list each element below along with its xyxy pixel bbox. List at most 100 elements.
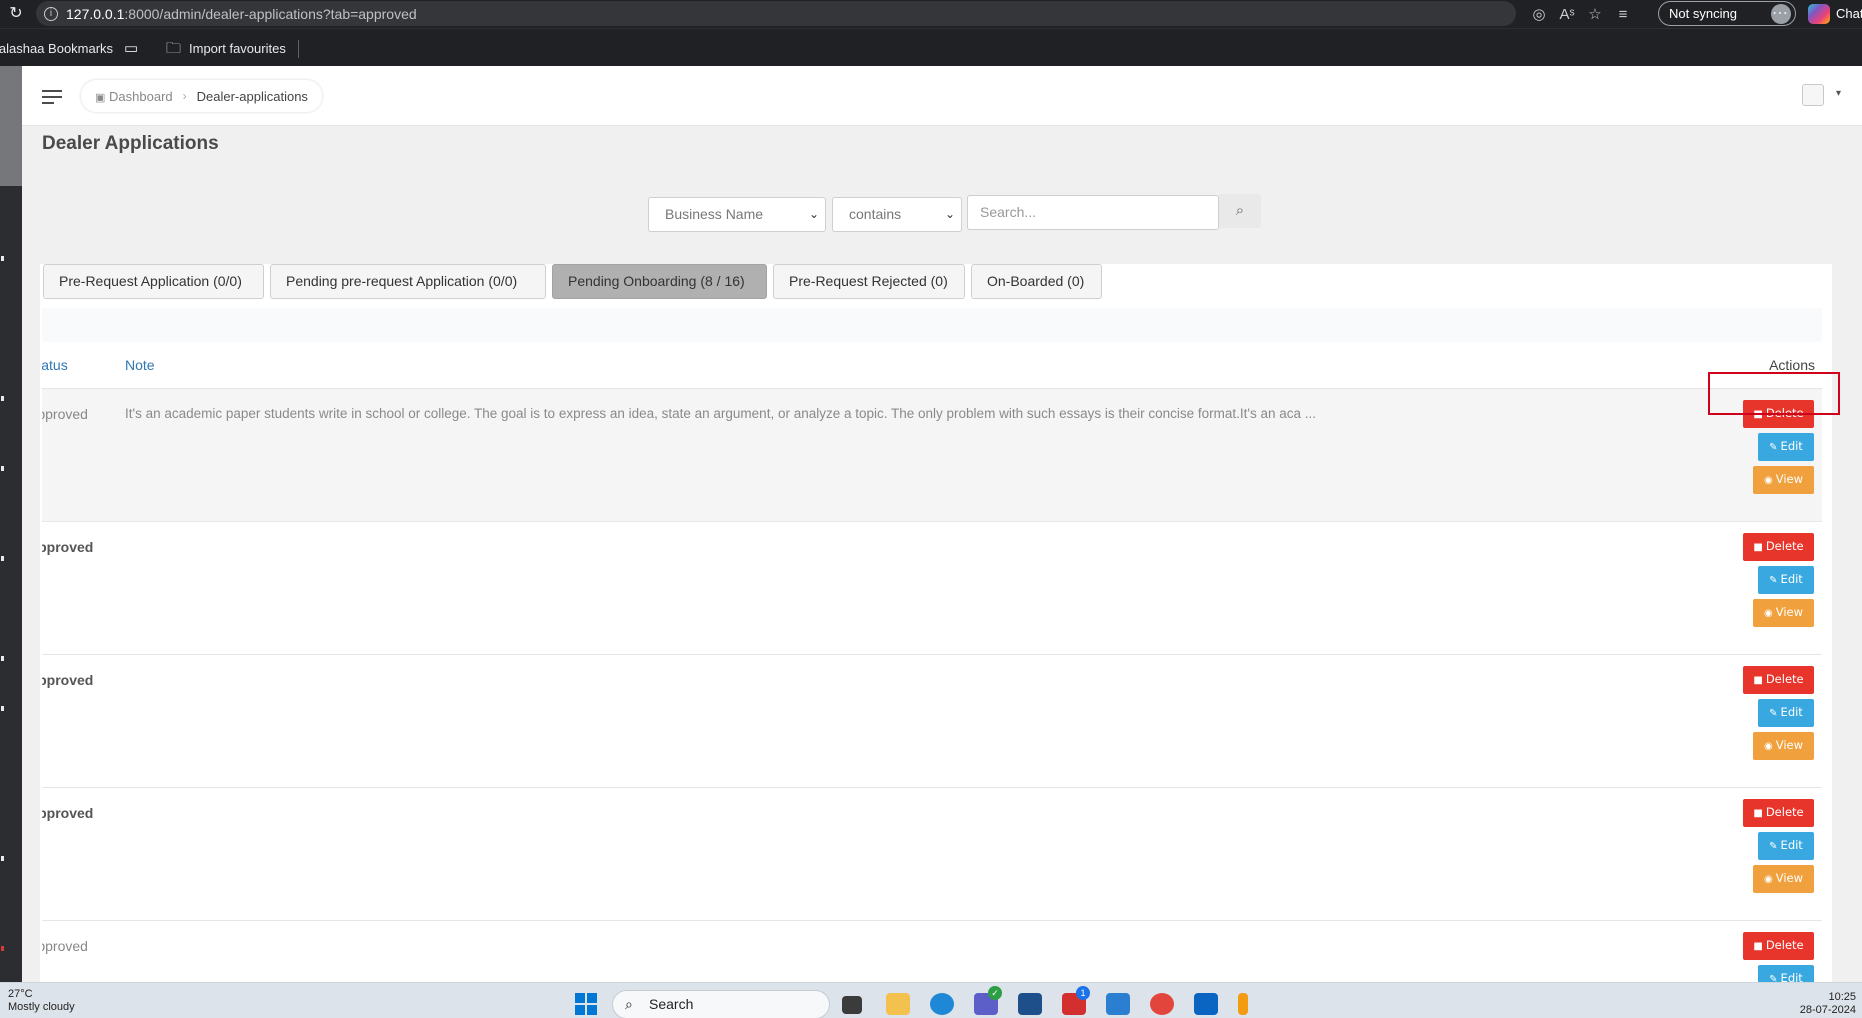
collections-icon[interactable]: ▭ bbox=[124, 39, 138, 57]
import-icon: 🗀 bbox=[166, 40, 182, 57]
tab-pre-request-rejected[interactable]: Pre-Request Rejected (0) bbox=[773, 264, 965, 299]
site-info-icon[interactable]: i bbox=[44, 7, 58, 21]
favorites-icon[interactable]: ≡ bbox=[1612, 6, 1634, 23]
search-input[interactable]: Search... bbox=[967, 195, 1219, 230]
table-row: Approved ■Delete ✎Edit ◉View bbox=[42, 921, 1822, 982]
favorite-star-icon[interactable]: ☆ bbox=[1584, 5, 1606, 23]
edit-button[interactable]: ✎ Edit bbox=[1758, 433, 1814, 461]
filter-operator-select[interactable]: contains ⌄ bbox=[832, 197, 962, 232]
trash-icon: ■ bbox=[1753, 808, 1763, 819]
user-avatar[interactable] bbox=[1802, 84, 1824, 106]
edit-icon: ✎ bbox=[1769, 841, 1778, 852]
trash-icon: ■ bbox=[1753, 941, 1763, 952]
chevron-down-icon: ⌄ bbox=[944, 207, 955, 221]
highlight-annotation bbox=[1708, 372, 1840, 415]
bookmarks-bar: lalashaa Bookmarks ▭ 🗀 Import favourites bbox=[0, 28, 1862, 66]
file-explorer-icon[interactable] bbox=[886, 993, 910, 1015]
view-button[interactable]: ◉ View bbox=[1753, 865, 1814, 893]
outlook-icon[interactable] bbox=[1194, 993, 1218, 1015]
breadcrumb: ▣ Dashboard › Dealer-applications bbox=[80, 79, 323, 113]
notification-badge: 1 bbox=[1076, 986, 1090, 1000]
page-viewport: ▣ Dashboard › Dealer-applications ▾ Deal… bbox=[0, 66, 1862, 982]
applications-table: Status Note Actions Approved It's an aca… bbox=[42, 308, 1822, 982]
view-button[interactable]: ◉ View bbox=[1753, 732, 1814, 760]
import-favourites-link[interactable]: Import favourites bbox=[189, 41, 286, 56]
menu-toggle-icon[interactable] bbox=[42, 90, 62, 104]
taskbar-search[interactable]: ⌕ Search bbox=[612, 990, 830, 1018]
edit-button[interactable]: ✎ Edit bbox=[1758, 832, 1814, 860]
edge-icon[interactable] bbox=[930, 993, 954, 1015]
note-cell: It's an academic paper students write in… bbox=[125, 406, 1317, 421]
status-cell: Approved bbox=[42, 539, 94, 555]
sidebar-marker bbox=[1, 556, 4, 561]
copilot-icon[interactable] bbox=[1808, 4, 1830, 24]
column-header-status[interactable]: Status bbox=[42, 357, 68, 373]
address-bar-icons: ◎ Aˢ ☆ ≡ bbox=[1528, 4, 1634, 24]
edit-button[interactable]: ✎ Edit bbox=[1758, 566, 1814, 594]
sync-label: Not syncing bbox=[1669, 6, 1737, 21]
weather-widget[interactable]: 27°C Mostly cloudy bbox=[8, 988, 75, 1014]
url-text[interactable]: 127.0.0.1:8000/admin/dealer-applications… bbox=[66, 6, 417, 22]
clock-date: 28-07-2024 bbox=[1799, 1004, 1856, 1016]
tab-pending-onboarding[interactable]: Pending Onboarding (8 / 16) bbox=[552, 264, 767, 299]
eye-icon: ◉ bbox=[1763, 741, 1773, 752]
bookmark-folder[interactable]: lalashaa Bookmarks bbox=[0, 41, 113, 56]
sidebar-marker bbox=[1, 256, 4, 261]
task-view-icon[interactable] bbox=[842, 996, 862, 1014]
edit-icon: ✎ bbox=[1769, 708, 1778, 719]
read-aloud-icon[interactable]: Aˢ bbox=[1556, 6, 1578, 23]
view-button[interactable]: ◉ View bbox=[1753, 466, 1814, 494]
sidebar-marker bbox=[1, 856, 4, 861]
windows-start-icon[interactable] bbox=[575, 993, 597, 1015]
user-menu-caret-icon[interactable]: ▾ bbox=[1836, 88, 1841, 99]
temperature: 27°C bbox=[8, 988, 33, 1000]
tab-on-boarded[interactable]: On-Boarded (0) bbox=[971, 264, 1102, 299]
taskbar-search-label: Search bbox=[649, 996, 694, 1012]
windows-taskbar: 27°C Mostly cloudy ⌕ Search ✓ 1 10:25 28… bbox=[0, 982, 1862, 1018]
more-menu-icon[interactable]: ⋯ bbox=[1772, 3, 1788, 23]
admin-topbar: ▣ Dashboard › Dealer-applications ▾ bbox=[22, 66, 1862, 126]
status-cell: Approved bbox=[42, 406, 88, 422]
eye-icon: ◉ bbox=[1763, 475, 1773, 486]
delete-button[interactable]: ■ Delete bbox=[1743, 799, 1814, 827]
status-cell: Approved bbox=[42, 938, 88, 954]
breadcrumb-dashboard-link[interactable]: ▣ Dashboard bbox=[95, 89, 173, 104]
store-icon[interactable] bbox=[1018, 993, 1042, 1015]
reload-icon[interactable]: ↻ bbox=[6, 4, 26, 24]
delete-button[interactable]: ■ Delete bbox=[1743, 932, 1814, 960]
chat-label[interactable]: Chat bbox=[1836, 6, 1862, 21]
sidebar-marker bbox=[1, 466, 4, 471]
chrome-icon[interactable] bbox=[1150, 993, 1174, 1015]
tab-pre-request-application[interactable]: Pre-Request Application (0/0) bbox=[43, 264, 264, 299]
paint-icon[interactable] bbox=[1238, 993, 1248, 1015]
browser-toolbar: ↻ i 127.0.0.1:8000/admin/dealer-applicat… bbox=[0, 0, 1862, 28]
column-header-note[interactable]: Note bbox=[125, 357, 155, 373]
vscode-icon[interactable] bbox=[1106, 993, 1130, 1015]
table-row: Approved ■Delete ✎Edit ◉View bbox=[42, 655, 1822, 788]
bookmark-divider bbox=[298, 40, 299, 58]
system-clock[interactable]: 10:25 28-07-2024 bbox=[1800, 991, 1856, 1017]
column-header-actions: Actions bbox=[1769, 357, 1815, 373]
eye-icon: ◉ bbox=[1763, 874, 1773, 885]
search-icon: ⌕ bbox=[625, 996, 633, 1012]
trash-icon: ■ bbox=[1753, 542, 1763, 553]
view-button[interactable]: ◉ View bbox=[1753, 599, 1814, 627]
delete-button[interactable]: ■ Delete bbox=[1743, 666, 1814, 694]
edit-button[interactable]: ✎ Edit bbox=[1758, 699, 1814, 727]
filter-field-select[interactable]: Business Name ⌄ bbox=[648, 197, 826, 232]
tracking-icon[interactable]: ◎ bbox=[1528, 5, 1550, 23]
dashboard-icon: ▣ bbox=[95, 91, 106, 104]
edit-button[interactable]: ✎ Edit bbox=[1758, 965, 1814, 982]
sidebar-marker bbox=[1, 656, 4, 661]
chevron-down-icon: ⌄ bbox=[808, 207, 819, 221]
edit-icon: ✎ bbox=[1769, 575, 1778, 586]
delete-button[interactable]: ■ Delete bbox=[1743, 533, 1814, 561]
tab-pending-pre-request[interactable]: Pending pre-request Application (0/0) bbox=[270, 264, 546, 299]
teams-status-badge: ✓ bbox=[988, 986, 1002, 1000]
page-title: Dealer Applications bbox=[42, 133, 219, 154]
edit-icon: ✎ bbox=[1769, 442, 1778, 453]
breadcrumb-separator-icon: › bbox=[182, 89, 187, 103]
table-row: Approved ■Delete ✎Edit ◉View bbox=[42, 788, 1822, 921]
search-button[interactable]: ⌕ bbox=[1219, 194, 1261, 228]
trash-icon: ■ bbox=[1753, 675, 1763, 686]
